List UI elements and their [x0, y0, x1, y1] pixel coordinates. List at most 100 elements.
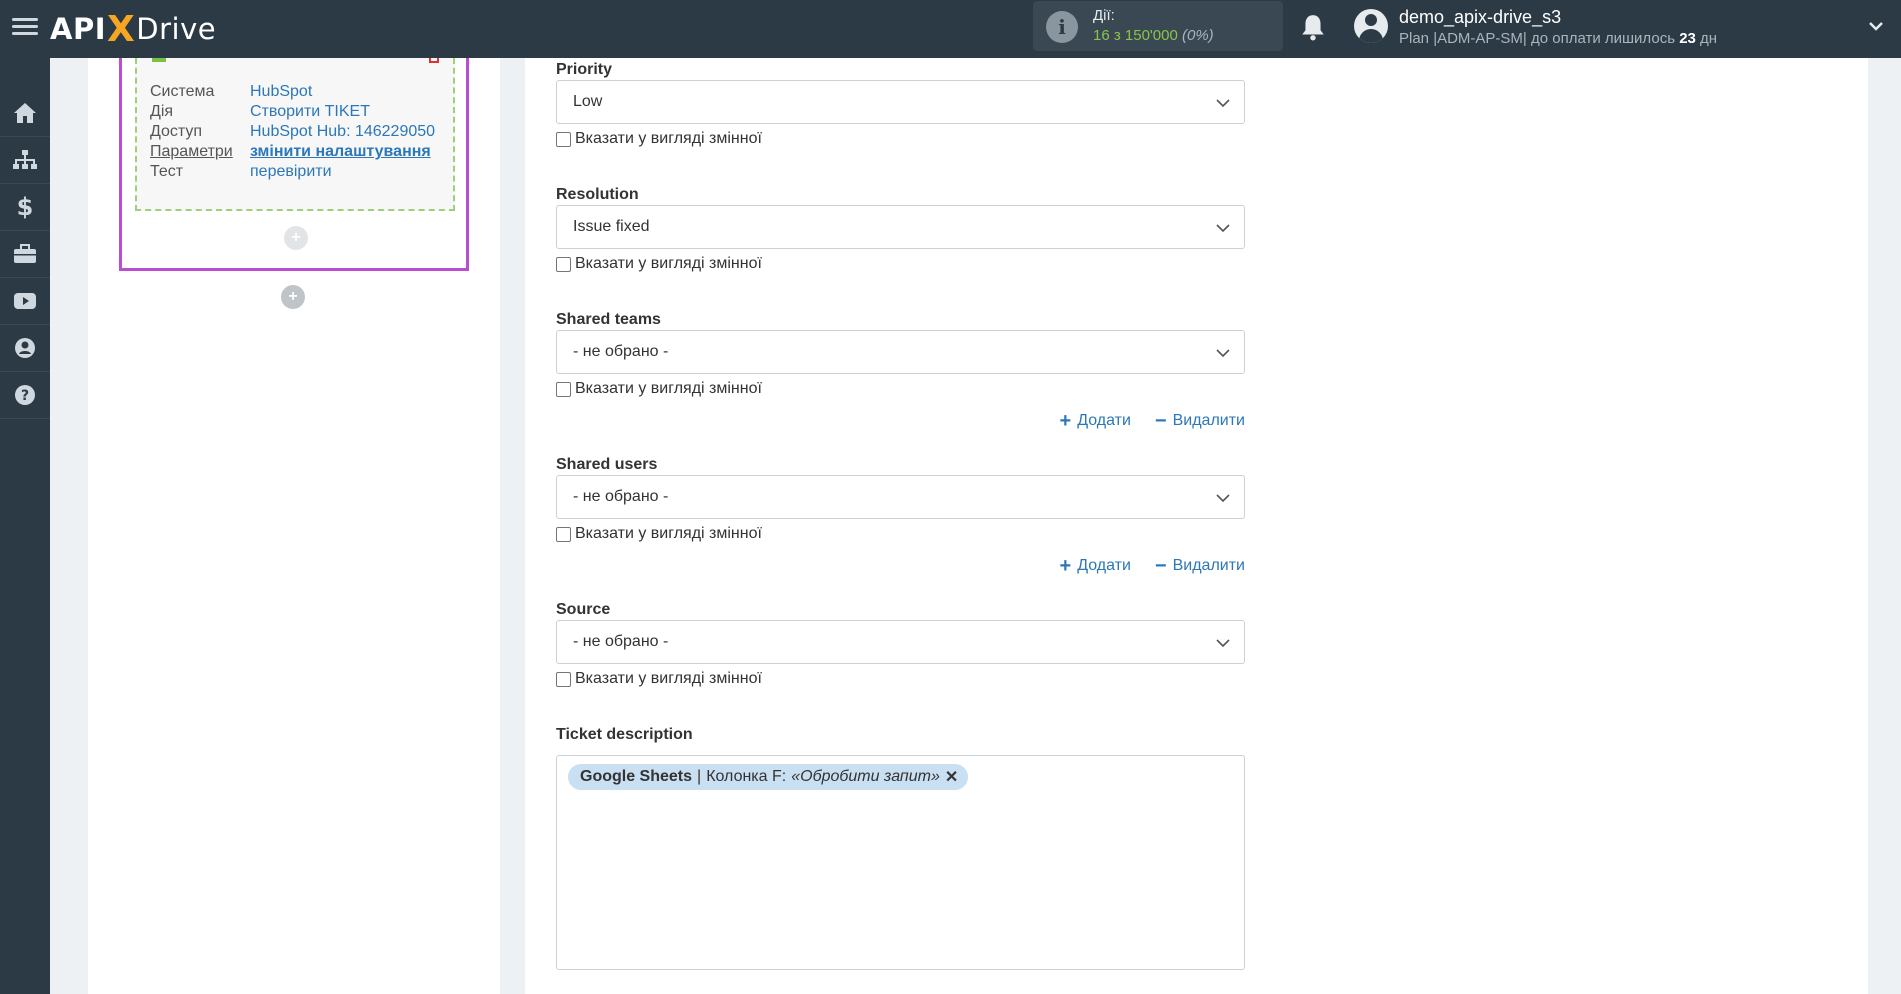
add-remove-controls: + Додати − Видалити [1036, 555, 1245, 577]
checkbox[interactable] [556, 671, 571, 687]
minus-icon: − [1154, 555, 1167, 577]
card-key: Дія [150, 103, 174, 120]
checkbox-label: Вказати у вигляді змінної [575, 525, 762, 542]
remove-label: Видалити [1172, 557, 1245, 574]
tag-remove-icon[interactable]: ✕ [945, 767, 958, 787]
chevron-down-icon [1216, 639, 1230, 648]
add-label: Додати [1077, 412, 1131, 429]
shared-teams-select[interactable]: - не обрано - [556, 330, 1245, 374]
variable-checkbox[interactable]: Вказати у вигляді змінної [556, 255, 762, 273]
add-button[interactable]: + Додати [1059, 410, 1131, 432]
top-bar: API X Drive i Дії: 16 з 150'000 (0%) demo_… [0, 0, 1901, 58]
checkbox[interactable] [556, 526, 571, 542]
action-card: Система HubSpot Дія Створити TIKET Досту… [119, 58, 469, 271]
remove-button[interactable]: − Видалити [1154, 555, 1245, 577]
card-row-action: Дія Створити TIKET [150, 103, 370, 125]
logo-x: X [107, 8, 136, 50]
add-label: Додати [1077, 557, 1131, 574]
sidebar: $ ? [0, 58, 50, 994]
field-label: Resolution [556, 186, 639, 203]
plan-days: 23 [1679, 30, 1696, 47]
main-panel: Priority Low Вказати у вигляді змінної R… [525, 58, 1868, 994]
user-plan: Plan |ADM-AP-SM| до оплати лишилось 23 д… [1399, 30, 1717, 47]
checkbox-label: Вказати у вигляді змінної [575, 130, 762, 147]
variable-checkbox[interactable]: Вказати у вигляді змінної [556, 525, 762, 543]
briefcase-icon[interactable] [0, 231, 50, 278]
variable-checkbox[interactable]: Вказати у вигляді змінної [556, 670, 762, 688]
chevron-down-icon [1216, 99, 1230, 108]
add-step-button[interactable]: + [281, 285, 305, 309]
sitemap-icon[interactable] [0, 137, 50, 184]
field-label: Shared users [556, 456, 658, 473]
logo[interactable]: API X Drive [50, 8, 217, 50]
svg-text:?: ? [21, 388, 29, 404]
checkbox-label: Вказати у вигляді змінної [575, 380, 762, 397]
field-label: Priority [556, 61, 613, 78]
actions-label: Дії: [1093, 7, 1115, 24]
checkbox-label: Вказати у вигляді змінної [575, 670, 762, 687]
bell-icon[interactable] [1300, 13, 1326, 41]
card-value: HubSpot Hub: 146229050 [250, 123, 436, 140]
logo-drive: Drive [136, 12, 217, 46]
left-panel: Система HubSpot Дія Створити TIKET Досту… [88, 58, 500, 994]
home-icon[interactable] [0, 90, 50, 137]
priority-select[interactable]: Low [556, 80, 1245, 124]
card-row-test: Тест перевірити [150, 163, 332, 185]
checkbox-label: Вказати у вигляді змінної [575, 255, 762, 272]
add-step-inner-button[interactable]: + [284, 226, 308, 250]
source-select[interactable]: - не обрано - [556, 620, 1245, 664]
field-label: Ticket description [556, 726, 693, 743]
chevron-down-icon [1216, 494, 1230, 503]
menu-icon[interactable] [12, 14, 38, 44]
actions-count-value: 16 з 150'000 [1093, 27, 1178, 44]
chevron-down-icon [1216, 349, 1230, 358]
checkbox[interactable] [556, 256, 571, 272]
plus-icon: + [1059, 555, 1072, 577]
card-key-link[interactable]: Параметри [150, 143, 250, 165]
ticket-description-input[interactable]: Google Sheets | Колонка F: «Обробити зап… [556, 755, 1245, 970]
select-value: Issue fixed [573, 218, 650, 235]
add-button[interactable]: + Додати [1059, 555, 1131, 577]
variable-checkbox[interactable]: Вказати у вигляді змінної [556, 130, 762, 148]
remove-button[interactable]: − Видалити [1155, 411, 1245, 431]
field-label: Source [556, 601, 611, 618]
user-name[interactable]: demo_apix-drive_s3 [1399, 7, 1561, 28]
plus-icon: + [1059, 410, 1072, 432]
variable-tag[interactable]: Google Sheets | Колонка F: «Обробити зап… [568, 764, 969, 790]
avatar[interactable] [1354, 9, 1388, 43]
card-row-access: Доступ HubSpot Hub: 146229050 [150, 123, 435, 145]
change-settings-link[interactable]: змінити налаштування [250, 143, 431, 165]
remove-label: Видалити [1172, 412, 1245, 429]
field-label: Shared teams [556, 311, 661, 328]
card-row-system: Система HubSpot [150, 83, 312, 105]
tag-column: Колонка F: [706, 768, 787, 785]
shared-users-select[interactable]: - не обрано - [556, 475, 1245, 519]
variable-checkbox[interactable]: Вказати у вигляді змінної [556, 380, 762, 398]
plan-text: Plan |ADM-AP-SM| до оплати лишилось [1399, 30, 1680, 47]
user-icon[interactable] [0, 325, 50, 372]
test-link[interactable]: перевірити [250, 163, 332, 185]
card-value: HubSpot [250, 83, 313, 100]
help-icon[interactable]: ? [0, 372, 50, 419]
dollar-icon[interactable]: $ [0, 184, 50, 231]
tag-source: Google Sheets [580, 768, 693, 785]
chevron-down-icon[interactable] [1868, 18, 1884, 34]
actions-count: 16 з 150'000 (0%) [1093, 27, 1214, 44]
tag-value: «Обробити запит» [791, 768, 940, 785]
select-value: - не обрано - [573, 633, 669, 650]
select-value: - не обрано - [573, 488, 669, 505]
card-value: Створити TIKET [250, 103, 370, 120]
tag-separator: | [697, 768, 702, 785]
info-icon: i [1046, 11, 1078, 43]
actions-counter: i Дії: 16 з 150'000 (0%) [1033, 1, 1283, 51]
checkbox[interactable] [556, 131, 571, 147]
select-value: - не обрано - [573, 343, 669, 360]
logo-api: API [50, 12, 106, 46]
checkbox[interactable] [556, 381, 571, 397]
youtube-icon[interactable] [0, 278, 50, 325]
status-indicator [152, 58, 166, 62]
trash-icon[interactable] [429, 58, 439, 63]
card-key: Тест [150, 163, 184, 180]
chevron-down-icon [1216, 224, 1230, 233]
resolution-select[interactable]: Issue fixed [556, 205, 1245, 249]
